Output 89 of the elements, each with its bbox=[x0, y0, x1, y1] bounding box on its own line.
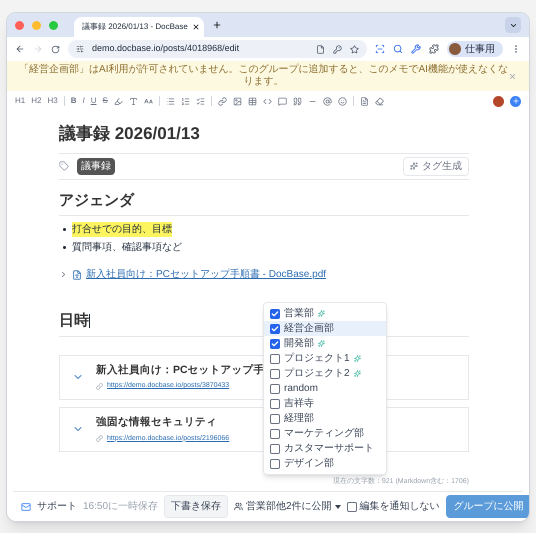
linked-post-title: 強固な情報セキュリティ bbox=[96, 414, 218, 430]
quote-icon[interactable] bbox=[292, 96, 302, 106]
users-icon bbox=[234, 502, 244, 511]
wrench-icon[interactable] bbox=[411, 44, 421, 54]
group-option[interactable]: マーケティング部 bbox=[264, 426, 386, 441]
key-icon[interactable] bbox=[333, 44, 342, 54]
group-option[interactable]: カスタマーサポート bbox=[264, 441, 386, 456]
group-option[interactable]: 経理部 bbox=[264, 411, 386, 426]
browser-tab[interactable]: 議事録 2026/01/13 - DocBase bbox=[74, 17, 204, 37]
eraser-icon[interactable] bbox=[374, 96, 384, 106]
format-button[interactable]: B bbox=[70, 95, 76, 107]
highlighter-icon[interactable] bbox=[114, 96, 123, 106]
avatar-icon bbox=[449, 43, 461, 55]
bookmark-star-icon[interactable] bbox=[350, 44, 359, 54]
back-icon[interactable] bbox=[15, 44, 25, 54]
text-cursor bbox=[89, 314, 90, 328]
checkbox[interactable] bbox=[346, 502, 357, 512]
font-size-icon[interactable] bbox=[144, 96, 153, 106]
profile-button[interactable]: 仕事用 bbox=[447, 41, 503, 57]
group-option[interactable]: プロジェクト1 bbox=[264, 351, 386, 366]
bullet-text: 打合せでの目的、目標 bbox=[72, 222, 172, 237]
checkbox[interactable] bbox=[270, 308, 280, 318]
add-icon[interactable] bbox=[510, 96, 521, 106]
tag-icon bbox=[59, 161, 69, 171]
template-icon[interactable] bbox=[360, 96, 369, 106]
emoji-icon[interactable] bbox=[338, 96, 347, 106]
extensions-icon[interactable] bbox=[429, 44, 439, 54]
mention-icon[interactable] bbox=[322, 96, 332, 106]
group-option[interactable]: 営業部 bbox=[264, 306, 386, 321]
link-icon bbox=[96, 435, 103, 442]
document-icon[interactable] bbox=[316, 44, 325, 54]
address-field[interactable]: demo.docbase.io/posts/4018968/edit bbox=[68, 40, 367, 58]
checkbox[interactable] bbox=[270, 428, 280, 438]
table-icon[interactable] bbox=[248, 96, 257, 106]
bullet-text: 質問事項、確認事項など bbox=[72, 240, 182, 255]
tag-chip[interactable]: 議事録 bbox=[77, 158, 115, 174]
bullet-icon bbox=[63, 246, 66, 249]
draft-save-button[interactable]: 下書き保存 bbox=[164, 495, 228, 518]
autosave-status: 16:50に一時保存 bbox=[83, 500, 158, 514]
checkbox[interactable] bbox=[270, 368, 280, 378]
heading-button[interactable]: H2 bbox=[31, 95, 42, 107]
group-option[interactable]: 吉祥寺 bbox=[264, 396, 386, 411]
section-heading: 日時 bbox=[59, 311, 89, 331]
checkbox[interactable] bbox=[270, 414, 280, 424]
group-option[interactable]: 経営企画部 bbox=[264, 321, 386, 336]
caret-icon bbox=[334, 504, 341, 508]
reload-icon[interactable] bbox=[51, 44, 60, 54]
group-option[interactable]: デザイン部 bbox=[264, 456, 386, 471]
checkbox[interactable] bbox=[270, 384, 280, 394]
format-button[interactable]: S bbox=[102, 95, 108, 107]
link-icon[interactable] bbox=[218, 96, 227, 106]
checkbox[interactable] bbox=[270, 458, 280, 468]
comment-icon[interactable] bbox=[278, 96, 287, 106]
bullet-list-icon[interactable] bbox=[166, 96, 175, 106]
sparkle-icon bbox=[410, 162, 418, 170]
checkbox[interactable] bbox=[270, 398, 280, 408]
group-option[interactable]: 開発部 bbox=[264, 336, 386, 351]
checklist-icon[interactable] bbox=[196, 96, 205, 106]
post-title[interactable]: 議事録 2026/01/13 bbox=[59, 121, 469, 154]
support-link[interactable]: サポート bbox=[37, 499, 77, 514]
expand-icon[interactable] bbox=[59, 270, 68, 279]
site-settings-icon bbox=[76, 45, 84, 53]
format-button[interactable]: U bbox=[90, 95, 96, 107]
heading-button[interactable]: H3 bbox=[47, 95, 58, 107]
checkbox[interactable] bbox=[270, 338, 280, 348]
group-option[interactable]: プロジェクト2 bbox=[264, 366, 386, 381]
tag-generate-button[interactable]: タグ生成 bbox=[403, 156, 469, 176]
numbered-list-icon[interactable] bbox=[180, 96, 190, 106]
font-color-icon[interactable] bbox=[128, 96, 138, 106]
checkbox[interactable] bbox=[270, 324, 280, 334]
format-button[interactable]: I bbox=[82, 95, 85, 107]
mail-icon bbox=[21, 502, 31, 512]
bullet-icon bbox=[63, 228, 66, 231]
close-icon[interactable] bbox=[192, 23, 200, 31]
heading-button[interactable]: H1 bbox=[15, 95, 26, 107]
visibility-button[interactable]: 営業部他2件に公開 bbox=[234, 499, 341, 514]
attachment-link[interactable]: 新入社員向け：PCセットアップ手順書 - DocBase.pdf bbox=[86, 267, 326, 282]
group-option[interactable]: random bbox=[264, 381, 386, 396]
linked-post-title: 新入社員向け：PCセットアップ手 bbox=[96, 362, 265, 378]
code-icon[interactable] bbox=[262, 96, 272, 106]
new-tab-icon[interactable] bbox=[212, 20, 222, 30]
link-icon bbox=[96, 383, 103, 390]
warning-text: 「経営企画部」はAI利用が許可されていません。このグループに追加すると、このメモでAI機能が使えなくなります。 bbox=[19, 64, 508, 88]
avatar-icon bbox=[493, 96, 504, 106]
notify-option[interactable]: 編集を通知しない bbox=[346, 499, 440, 514]
checkbox[interactable] bbox=[270, 444, 280, 454]
image-icon[interactable] bbox=[232, 96, 242, 106]
checkbox[interactable] bbox=[270, 354, 280, 364]
section-heading: アジェンダ bbox=[59, 190, 469, 216]
